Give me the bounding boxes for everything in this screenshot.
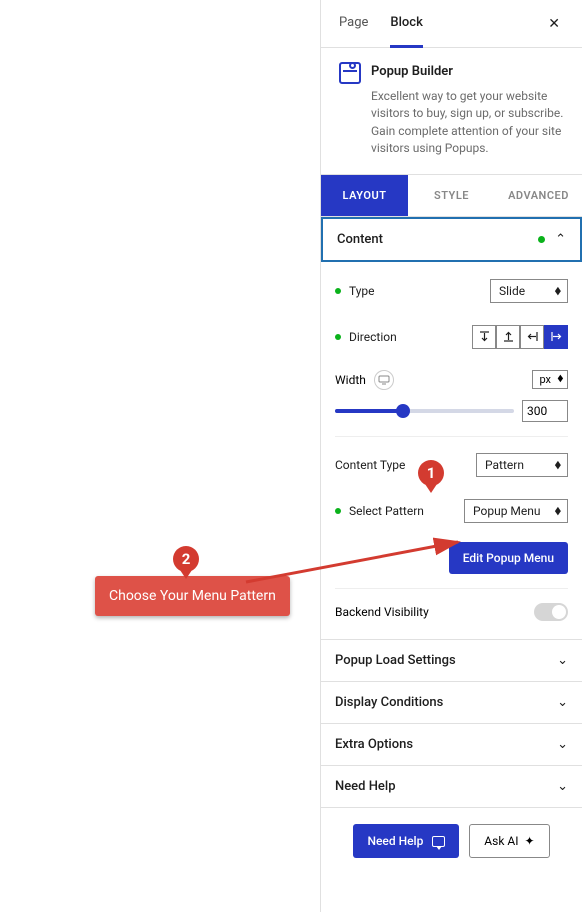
- slider-fill: [335, 409, 403, 413]
- subtab-advanced[interactable]: ADVANCED: [495, 175, 582, 216]
- section-content-body: Type Slide Direction Width px: [321, 262, 582, 640]
- device-icon[interactable]: [374, 370, 394, 390]
- select-pattern-label: Select Pattern: [349, 504, 464, 518]
- section-extra-label: Extra Options: [335, 737, 413, 752]
- row-width-label: Width px: [335, 360, 568, 390]
- direction-label: Direction: [349, 330, 472, 344]
- row-width-slider: [335, 390, 568, 437]
- active-dot-icon: [335, 334, 341, 340]
- row-select-pattern: Select Pattern Popup Menu: [335, 488, 568, 534]
- section-content-label: Content: [337, 232, 383, 247]
- edit-popup-menu-button[interactable]: Edit Popup Menu: [449, 542, 568, 574]
- section-popup-load[interactable]: Popup Load Settings ⌄: [321, 640, 582, 682]
- type-label: Type: [349, 284, 490, 298]
- active-dot-icon: [335, 288, 341, 294]
- settings-sidebar: Page Block ✕ Popup Builder Excellent way…: [320, 0, 582, 912]
- direction-up-button[interactable]: [496, 325, 520, 349]
- row-content-type: Content Type Pattern: [335, 437, 568, 488]
- select-pattern-select[interactable]: Popup Menu: [464, 499, 568, 523]
- chevron-up-icon: ⌃: [555, 232, 566, 247]
- section-help-label: Need Help: [335, 779, 396, 794]
- need-help-button[interactable]: Need Help: [353, 824, 459, 858]
- ask-ai-label: Ask AI: [484, 834, 518, 848]
- direction-buttons: [472, 325, 568, 349]
- top-tabs: Page Block ✕: [321, 0, 582, 48]
- chevron-down-icon: ⌄: [557, 737, 568, 752]
- block-desc-text: Excellent way to get your website visito…: [371, 88, 564, 158]
- row-type: Type Slide: [335, 268, 568, 314]
- need-help-label: Need Help: [367, 834, 423, 848]
- chevron-down-icon: ⌄: [557, 653, 568, 668]
- width-unit-select[interactable]: px: [532, 370, 568, 389]
- annotation-marker-2: 2: [173, 546, 199, 572]
- row-backend-visibility: Backend Visibility: [335, 589, 568, 625]
- annotation-callout: Choose Your Menu Pattern: [95, 576, 290, 616]
- chat-icon: [432, 836, 445, 847]
- section-display-label: Display Conditions: [335, 695, 443, 710]
- annotation-marker-1: 1: [418, 460, 444, 486]
- backend-visibility-label: Backend Visibility: [335, 605, 429, 619]
- content-type-select[interactable]: Pattern: [476, 453, 568, 477]
- subtab-style[interactable]: STYLE: [408, 175, 495, 216]
- popup-builder-icon: [339, 62, 361, 84]
- subtab-layout[interactable]: LAYOUT: [321, 175, 408, 216]
- slider-thumb[interactable]: [396, 404, 410, 418]
- direction-down-button[interactable]: [472, 325, 496, 349]
- row-edit-pattern: Edit Popup Menu: [335, 534, 568, 589]
- ask-ai-button[interactable]: Ask AI ✦: [469, 824, 549, 858]
- section-display-conditions[interactable]: Display Conditions ⌄: [321, 682, 582, 724]
- width-label: Width: [335, 373, 366, 387]
- block-description: Popup Builder Excellent way to get your …: [321, 48, 582, 175]
- chevron-down-icon: ⌄: [557, 779, 568, 794]
- tab-page[interactable]: Page: [339, 0, 368, 48]
- section-need-help[interactable]: Need Help ⌄: [321, 766, 582, 808]
- width-value-input[interactable]: [522, 400, 568, 422]
- width-slider[interactable]: [335, 409, 514, 413]
- content-type-label: Content Type: [335, 458, 476, 472]
- active-dot-icon: [335, 508, 341, 514]
- tab-block[interactable]: Block: [390, 0, 422, 48]
- section-popup-load-label: Popup Load Settings: [335, 653, 456, 668]
- block-title: Popup Builder: [371, 62, 453, 79]
- sub-tabs: LAYOUT STYLE ADVANCED: [321, 175, 582, 217]
- status-dot-icon: [538, 236, 545, 243]
- direction-left-button[interactable]: [520, 325, 544, 349]
- row-direction: Direction: [335, 314, 568, 360]
- cursor-icon: ✦: [524, 834, 534, 848]
- backend-visibility-toggle[interactable]: [534, 603, 568, 621]
- type-select[interactable]: Slide: [490, 279, 568, 303]
- chevron-down-icon: ⌄: [557, 695, 568, 710]
- section-content-header[interactable]: Content ⌃: [321, 217, 582, 262]
- section-extra-options[interactable]: Extra Options ⌄: [321, 724, 582, 766]
- close-icon[interactable]: ✕: [544, 12, 564, 36]
- direction-right-button[interactable]: [544, 325, 568, 349]
- footer-buttons: Need Help Ask AI ✦: [321, 808, 582, 874]
